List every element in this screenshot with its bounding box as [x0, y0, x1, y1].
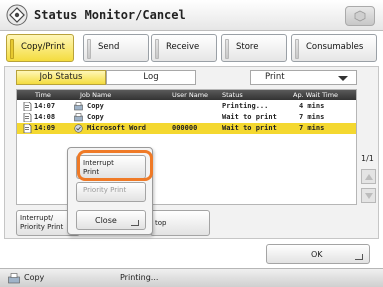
tab-consumables[interactable]: Consumables: [291, 34, 377, 62]
status-monitor-icon: [6, 4, 28, 26]
tab-label: Send: [98, 42, 120, 52]
job-wait: 4 mins: [299, 102, 325, 110]
status-message: Printing...: [120, 273, 159, 282]
header-user-name: User Name: [172, 91, 209, 99]
chevron-down-icon: [338, 76, 348, 81]
document-icon: [23, 124, 32, 133]
job-status: Printing...: [222, 102, 269, 110]
table-row-selected[interactable]: 14:09 Microsoft Word 000000 Wait to prin…: [17, 123, 356, 134]
ok-label: OK: [311, 250, 323, 259]
enter-icon: [355, 254, 363, 260]
selection-highlight: [77, 150, 153, 181]
job-name: Copy: [87, 102, 104, 110]
tab-indicator: [10, 39, 14, 59]
job-time: 14:07: [34, 102, 56, 110]
table-row[interactable]: 14:07 Copy Printing... 4 mins: [17, 101, 356, 112]
document-icon: [23, 113, 32, 122]
job-time: 14:09: [34, 124, 56, 132]
tab-indicator: [295, 39, 299, 59]
tab-send[interactable]: Send: [83, 34, 149, 62]
header-job-name: Job Name: [80, 91, 112, 99]
status-bar: Copy Printing...: [0, 268, 383, 287]
header-time: Time: [35, 91, 51, 99]
job-wait: 7 mins: [299, 124, 325, 132]
button-label-line1: Interrupt/: [20, 214, 54, 222]
job-status: Wait to print: [222, 124, 277, 132]
job-status: Wait to print: [222, 113, 277, 121]
tab-copy-print[interactable]: Copy/Print: [6, 34, 74, 62]
header-status: Status: [222, 91, 243, 99]
scroll-down-button[interactable]: [361, 188, 376, 203]
copy-icon: [74, 102, 83, 111]
triangle-down-icon: [365, 193, 373, 199]
subtab-job-status[interactable]: Job Status: [16, 70, 106, 85]
stop-button[interactable]: top: [150, 210, 210, 236]
job-type-dropdown[interactable]: Print: [250, 70, 357, 85]
job-status-panel: Job Status Log Print Time Job Name User …: [4, 66, 379, 239]
job-wait: 7 mins: [299, 113, 325, 121]
button-label-line2: Priority Print: [20, 223, 64, 231]
page-title: Status Monitor/Cancel: [34, 8, 186, 22]
category-tabs: Copy/Print Send Receive Store Consumable…: [6, 34, 377, 64]
job-user: 000000: [172, 124, 198, 132]
title-bar: Status Monitor/Cancel: [0, 0, 383, 31]
scroll-up-button[interactable]: [361, 169, 376, 184]
document-icon: [23, 102, 32, 111]
enter-icon: [131, 220, 139, 226]
tab-label: Consumables: [306, 42, 364, 52]
tab-label: Store: [236, 42, 259, 52]
title-action-button[interactable]: [345, 6, 375, 26]
print-job-icon: [74, 124, 83, 133]
table-row[interactable]: 14:08 Copy Wait to print 7 mins: [17, 112, 356, 123]
tab-label: Copy/Print: [21, 42, 65, 52]
tab-indicator: [87, 39, 91, 59]
close-label: Close: [95, 216, 117, 225]
copy-icon: [8, 273, 20, 284]
header-wait-time: Ap. Wait Time: [293, 91, 339, 99]
job-name: Microsoft Word: [87, 124, 147, 132]
close-button[interactable]: Close: [76, 210, 146, 230]
tab-store[interactable]: Store: [221, 34, 287, 62]
job-name: Copy: [87, 113, 104, 121]
status-job-name: Copy: [24, 273, 45, 282]
tab-label: Receive: [166, 42, 200, 52]
priority-print-button[interactable]: Priority Print: [76, 182, 146, 202]
ok-button[interactable]: OK: [266, 244, 370, 264]
copy-icon: [74, 113, 83, 122]
tab-indicator: [155, 39, 159, 59]
tab-indicator: [225, 39, 229, 59]
stop-label: top: [155, 219, 167, 227]
dropdown-value: Print: [265, 72, 285, 82]
table-header: Time Job Name User Name Status Ap. Wait …: [17, 90, 356, 100]
subtab-log[interactable]: Log: [106, 70, 196, 85]
priority-print-label: Priority Print: [83, 186, 127, 194]
page-indicator: 1/1: [361, 154, 374, 163]
cube-icon: [354, 10, 366, 22]
tab-receive[interactable]: Receive: [151, 34, 217, 62]
job-time: 14:08: [34, 113, 56, 121]
triangle-up-icon: [365, 174, 373, 180]
